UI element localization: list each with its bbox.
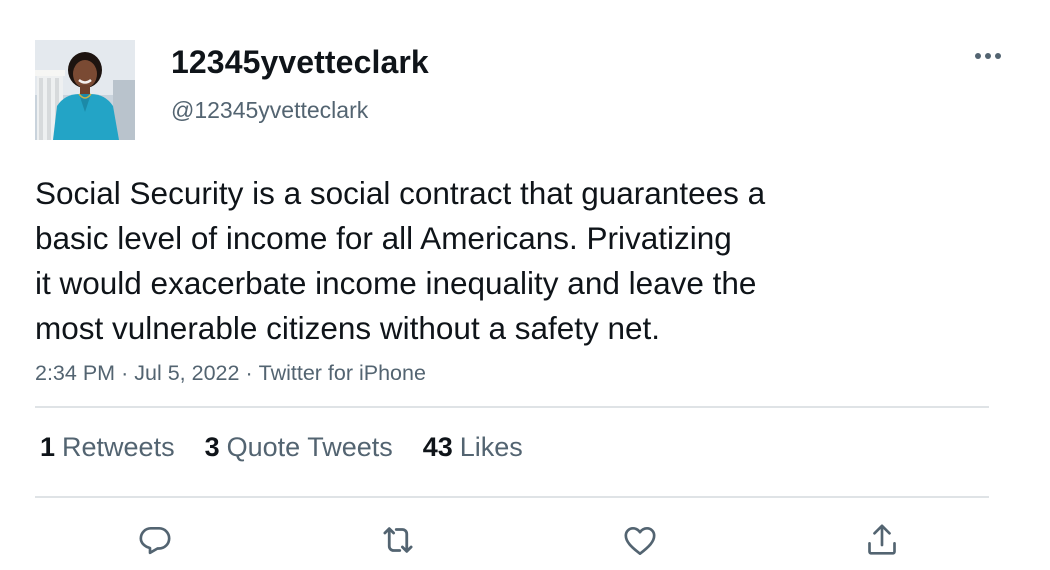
share-button[interactable]: [860, 518, 904, 562]
reply-button[interactable]: [133, 518, 177, 562]
retweet-button[interactable]: [376, 518, 420, 562]
tweet-text-line: basic level of income for all Americans.…: [35, 220, 732, 256]
quote-tweets-count: 3: [204, 432, 220, 462]
reply-icon: [139, 527, 171, 555]
divider: [35, 496, 989, 498]
likes-stat[interactable]: 43 Likes: [423, 432, 523, 463]
tweet-time[interactable]: 2:34 PM: [35, 361, 115, 385]
likes-count: 43: [422, 432, 453, 462]
like-button[interactable]: [618, 518, 662, 562]
meta-separator: ·: [121, 361, 129, 385]
tweet-meta: 2:34 PM · Jul 5, 2022 · Twitter for iPhone: [35, 361, 426, 386]
retweets-label: Retweets: [62, 432, 175, 462]
avatar-image: [35, 40, 135, 140]
avatar[interactable]: [35, 40, 135, 140]
tweet-text: Social Security is a social contract tha…: [35, 171, 915, 351]
share-icon: [868, 524, 896, 555]
quote-tweets-label: Quote Tweets: [226, 432, 393, 462]
quote-tweets-stat[interactable]: 3 Quote Tweets: [205, 432, 393, 463]
tweet-stats: 1 Retweets 3 Quote Tweets 43 Likes: [40, 432, 523, 463]
likes-label: Likes: [459, 432, 523, 462]
retweets-stat[interactable]: 1 Retweets: [40, 432, 175, 463]
user-handle[interactable]: @12345yvetteclark: [171, 97, 368, 124]
tweet-card: 12345yvetteclark @12345yvetteclark Socia…: [0, 0, 1050, 570]
heart-icon: [624, 527, 656, 555]
tweet-text-line: most vulnerable citizens without a safet…: [35, 310, 661, 346]
more-options-button[interactable]: [968, 44, 1008, 68]
retweet-icon: [383, 527, 413, 553]
more-dots-icon: [975, 53, 1001, 59]
retweets-count: 1: [40, 432, 56, 462]
tweet-source[interactable]: Twitter for iPhone: [259, 361, 426, 385]
meta-separator: ·: [245, 361, 253, 385]
tweet-text-line: it would exacerbate income inequality an…: [35, 265, 757, 301]
tweet-text-line: Social Security is a social contract tha…: [35, 175, 766, 211]
tweet-date[interactable]: Jul 5, 2022: [134, 361, 239, 385]
divider: [35, 406, 989, 408]
display-name[interactable]: 12345yvetteclark: [171, 44, 429, 81]
